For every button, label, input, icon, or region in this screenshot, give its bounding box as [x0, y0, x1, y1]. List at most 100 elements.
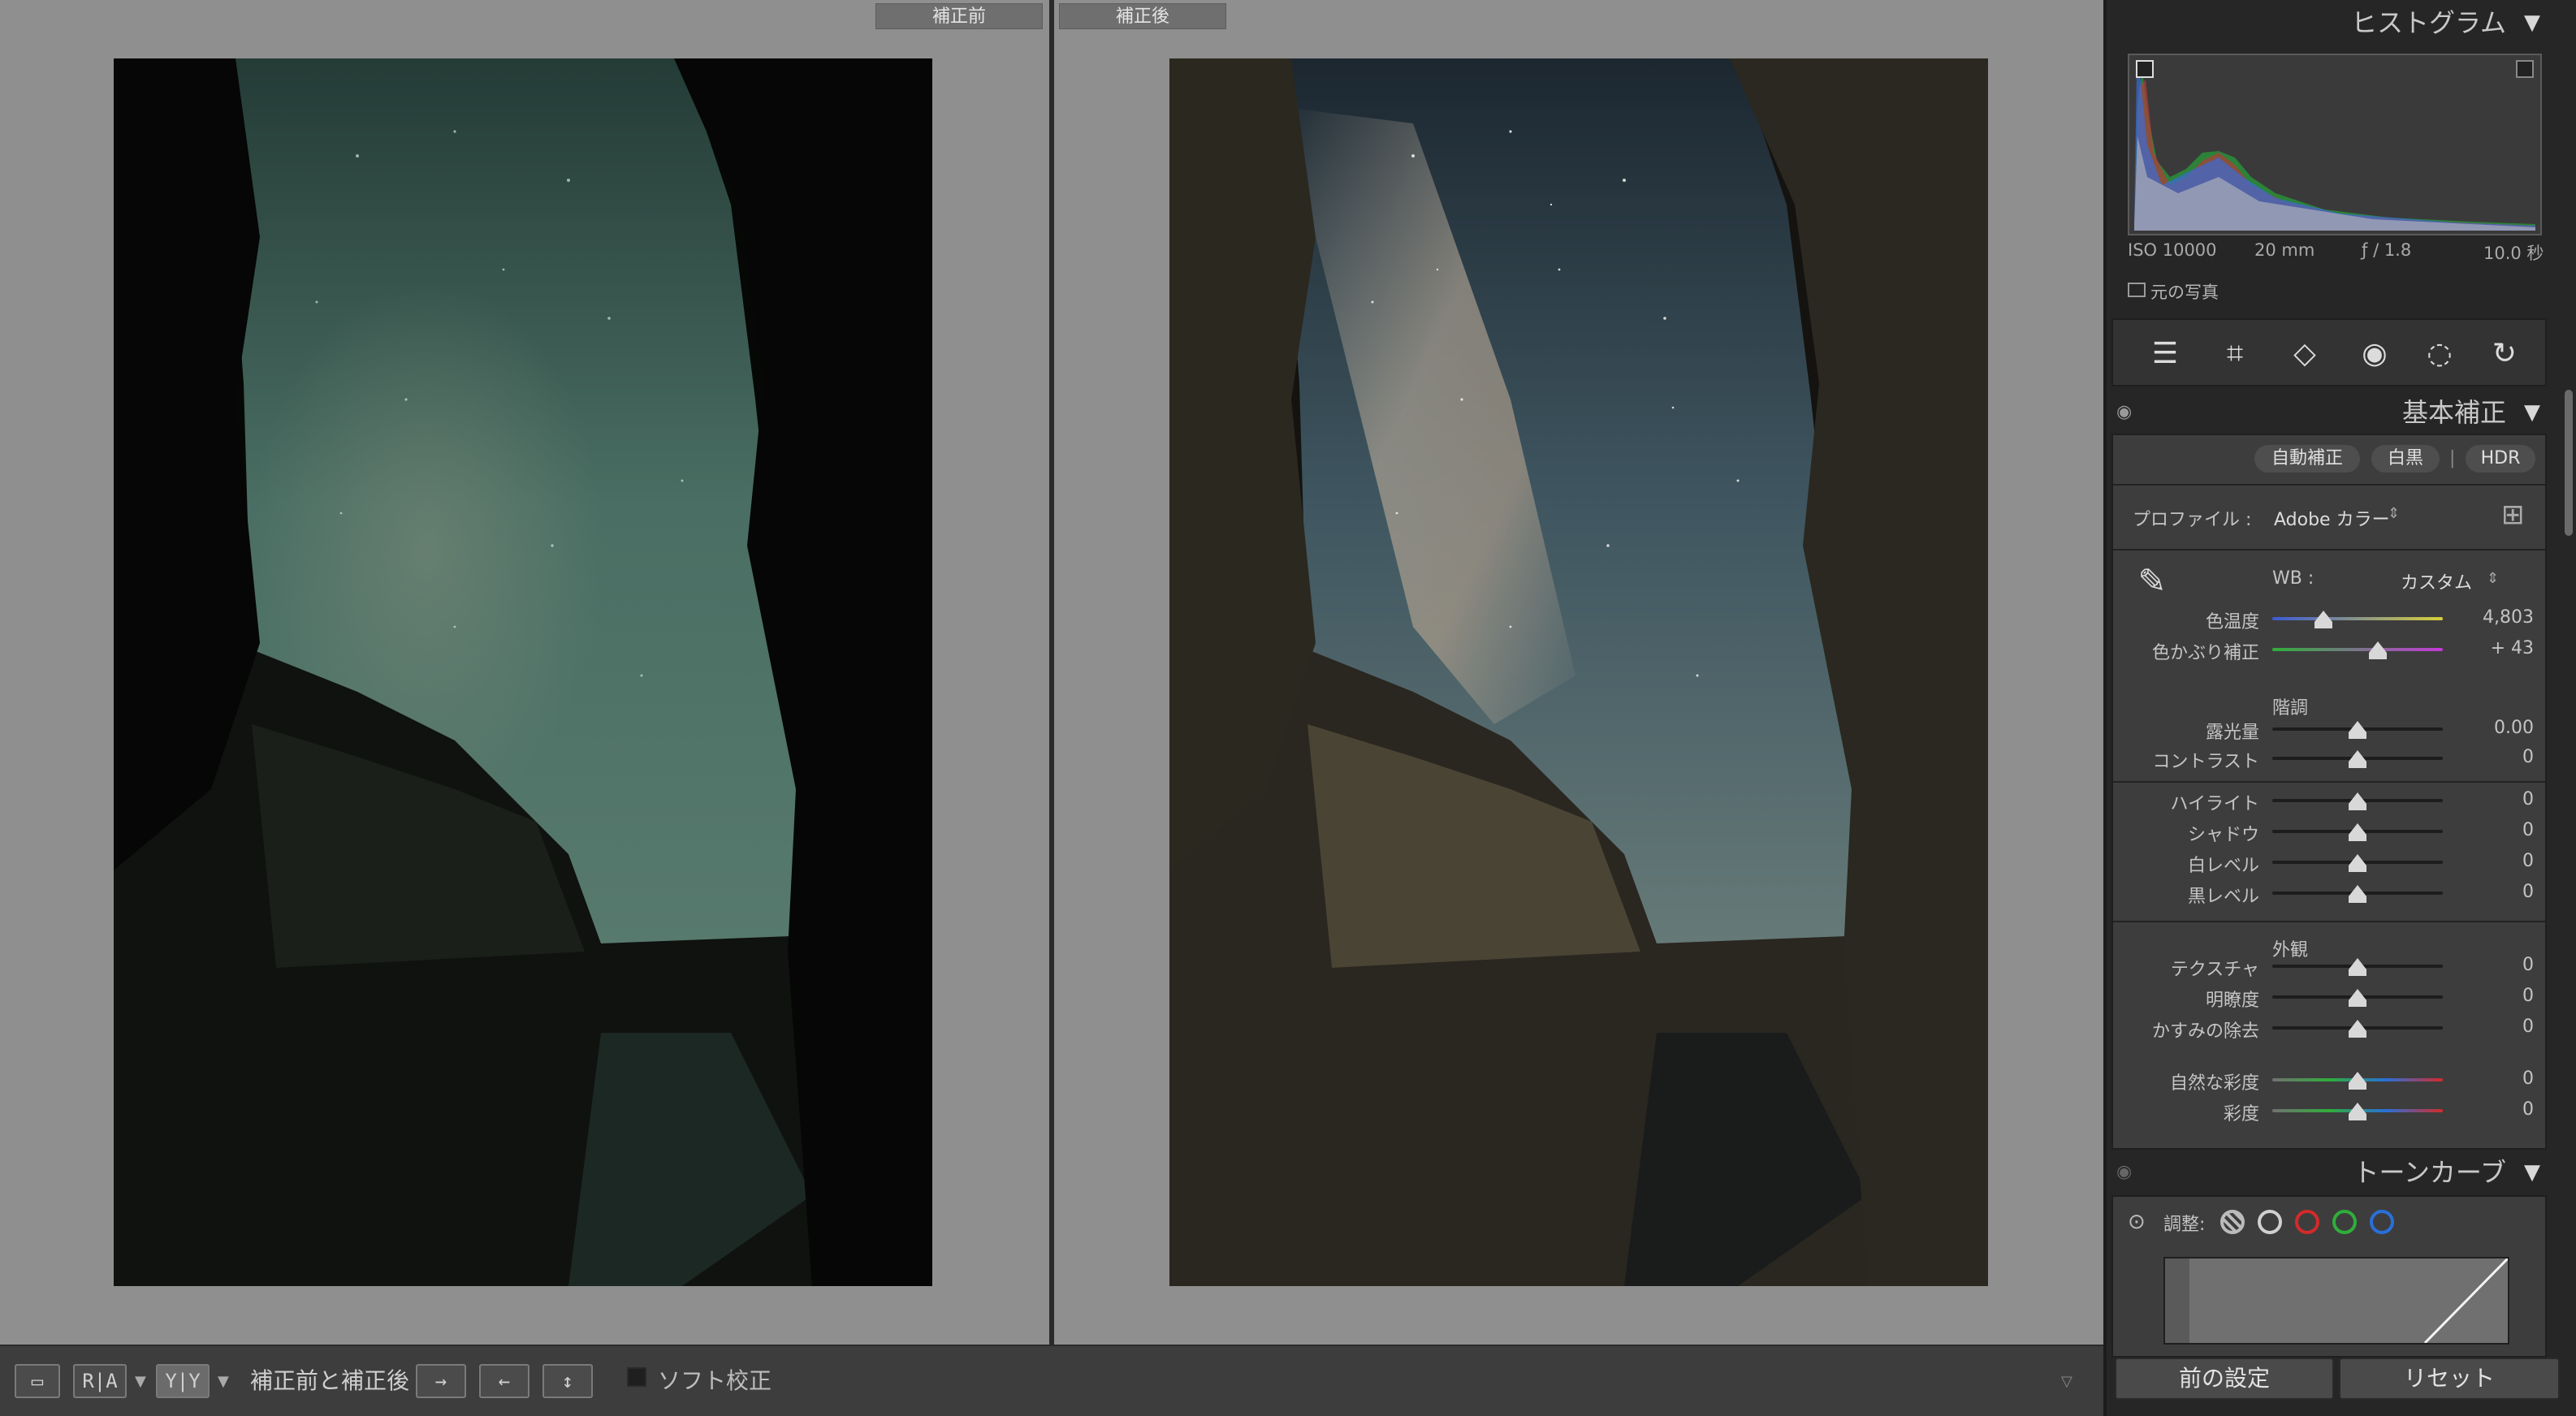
shadow-clipping-icon[interactable]	[2136, 60, 2154, 78]
basic-panel-header[interactable]: ◉ 基本補正 ▼	[2111, 390, 2547, 435]
after-photo[interactable]	[1169, 58, 1988, 1286]
panel-visibility-eye-icon[interactable]: ◉	[2116, 390, 2132, 435]
profile-label: プロファイル :	[2133, 510, 2252, 530]
mask-icon[interactable]: ◌	[2420, 335, 2459, 373]
arrow-right-icon: →	[434, 1370, 447, 1392]
blacks-label: 黒レベル	[2187, 887, 2259, 907]
blacks-slider-thumb[interactable]	[2349, 885, 2366, 903]
black-white-button[interactable]: 白黒	[2371, 445, 2440, 473]
before-after-split-button[interactable]: Y|Y	[156, 1364, 210, 1398]
exposure-slider-thumb[interactable]	[2349, 721, 2366, 739]
dehaze-slider-thumb[interactable]	[2349, 1020, 2366, 1038]
green-channel-curve-icon[interactable]	[2332, 1210, 2357, 1234]
reset-button[interactable]: リセット	[2339, 1358, 2560, 1400]
panel-visibility-eye-icon[interactable]: ◉	[2116, 1150, 2132, 1195]
highlights-slider-thumb[interactable]	[2349, 792, 2366, 810]
histogram-title: ヒストグラム	[2350, 7, 2506, 38]
reset-rotate-icon[interactable]: ↻	[2485, 335, 2524, 373]
basic-panel-title: 基本補正	[2401, 397, 2506, 428]
toolbar-menu-caret-icon[interactable]: ▽	[2061, 1367, 2072, 1397]
wb-eyedropper-icon[interactable]: ✎	[2131, 557, 2173, 606]
profile-value[interactable]: Adobe カラー	[2274, 505, 2390, 531]
texture-slider-thumb[interactable]	[2349, 958, 2366, 976]
contrast-value[interactable]: 0	[2461, 747, 2534, 767]
blue-channel-curve-icon[interactable]	[2370, 1210, 2394, 1234]
before-photo-image	[114, 58, 932, 1286]
wb-dropdown-icon[interactable]: ⇕	[2487, 570, 2499, 587]
panel-scrollbar[interactable]	[2565, 390, 2573, 536]
divider	[2113, 781, 2545, 783]
highlights-value[interactable]: 0	[2461, 789, 2534, 809]
yy-dropdown-caret-icon[interactable]: ▼	[218, 1367, 229, 1397]
point-curve-rgb-icon[interactable]	[2258, 1210, 2282, 1234]
whites-slider-thumb[interactable]	[2349, 854, 2366, 872]
previous-settings-button[interactable]: 前の設定	[2115, 1358, 2334, 1400]
ra-dropdown-caret-icon[interactable]: ▼	[135, 1367, 146, 1397]
collapse-triangle-icon: ▼	[2524, 11, 2540, 35]
shadows-slider-thumb[interactable]	[2349, 823, 2366, 841]
wb-value[interactable]: カスタム	[2401, 568, 2472, 594]
before-after-label: 補正前と補正後 :	[250, 1367, 425, 1394]
iso-value: ISO 10000	[2128, 240, 2217, 260]
dehaze-value[interactable]: 0	[2461, 1017, 2534, 1037]
whites-value[interactable]: 0	[2461, 851, 2534, 871]
tint-value[interactable]: + 43	[2461, 638, 2534, 658]
divider	[2113, 921, 2545, 922]
histogram-graph[interactable]	[2128, 54, 2542, 235]
tint-slider-thumb[interactable]	[2369, 641, 2388, 659]
vibrance-value[interactable]: 0	[2461, 1068, 2534, 1089]
temp-slider[interactable]	[2272, 617, 2443, 620]
profile-dropdown-icon[interactable]: ⇕	[2388, 505, 2400, 522]
swap-vertical-icon: ↕	[561, 1370, 574, 1392]
crop-icon[interactable]: ⌗	[2215, 335, 2254, 373]
profile-browser-grid-icon[interactable]: ⊞	[2501, 499, 2534, 531]
softproof-label: ソフト校正	[658, 1367, 772, 1394]
after-label: 補正後	[1059, 3, 1226, 29]
copy-before-to-after-button[interactable]: →	[416, 1364, 466, 1398]
wb-label: WB :	[2272, 568, 2315, 589]
highlight-clipping-icon[interactable]	[2516, 60, 2534, 78]
shutter-speed-value: 10.0 秒	[2483, 244, 2544, 263]
red-eye-icon[interactable]: ◉	[2355, 335, 2394, 373]
tint-slider[interactable]	[2272, 648, 2443, 651]
curve-adjust-label: 調整:	[2163, 1215, 2206, 1235]
original-photo-checkbox[interactable]	[2128, 283, 2146, 297]
clarity-label: 明瞭度	[2205, 991, 2259, 1011]
hdr-button[interactable]: HDR	[2466, 445, 2535, 473]
exposure-value[interactable]: 0.00	[2461, 718, 2534, 738]
eraser-icon[interactable]: ◇	[2285, 335, 2324, 373]
texture-value[interactable]: 0	[2461, 955, 2534, 975]
before-photo[interactable]	[114, 58, 932, 1286]
temp-value[interactable]: 4,803	[2461, 607, 2534, 628]
exposure-label: 露光量	[2205, 723, 2259, 743]
dehaze-label: かすみの除去	[2151, 1021, 2259, 1042]
swap-before-after-button[interactable]: ↕	[542, 1364, 593, 1398]
softproof-checkbox[interactable]	[627, 1367, 646, 1387]
tone-curve-graph[interactable]	[2163, 1257, 2509, 1345]
saturation-slider-thumb[interactable]	[2349, 1103, 2366, 1120]
before-label: 補正前	[875, 3, 1043, 29]
clarity-value[interactable]: 0	[2461, 986, 2534, 1006]
loupe-view-icon: ▭	[31, 1370, 44, 1392]
button-divider: |	[2449, 448, 2456, 468]
auto-button[interactable]: 自動補正	[2254, 445, 2360, 473]
target-adjust-icon[interactable]: ⊙	[2128, 1210, 2146, 1234]
loupe-view-button[interactable]: ▭	[15, 1364, 60, 1398]
develop-sliders-icon[interactable]: ☰	[2146, 335, 2185, 373]
copy-after-to-before-button[interactable]: ←	[479, 1364, 529, 1398]
divider	[2113, 549, 2545, 550]
original-photo-label: 元の写真	[2150, 283, 2219, 302]
clarity-slider-thumb[interactable]	[2349, 989, 2366, 1007]
tone-curve-header[interactable]: ◉ トーンカーブ ▼	[2111, 1150, 2547, 1195]
vibrance-slider-thumb[interactable]	[2349, 1072, 2366, 1090]
saturation-value[interactable]: 0	[2461, 1099, 2534, 1120]
shadows-value[interactable]: 0	[2461, 820, 2534, 840]
contrast-label: コントラスト	[2152, 752, 2259, 772]
parametric-curve-icon[interactable]	[2220, 1210, 2245, 1234]
histogram-header[interactable]: ヒストグラム ▼	[2111, 0, 2547, 45]
contrast-slider-thumb[interactable]	[2349, 750, 2366, 768]
before-after-lr-button[interactable]: R|A	[73, 1364, 127, 1398]
red-channel-curve-icon[interactable]	[2295, 1210, 2319, 1234]
temp-slider-thumb[interactable]	[2315, 611, 2332, 628]
blacks-value[interactable]: 0	[2461, 882, 2534, 902]
